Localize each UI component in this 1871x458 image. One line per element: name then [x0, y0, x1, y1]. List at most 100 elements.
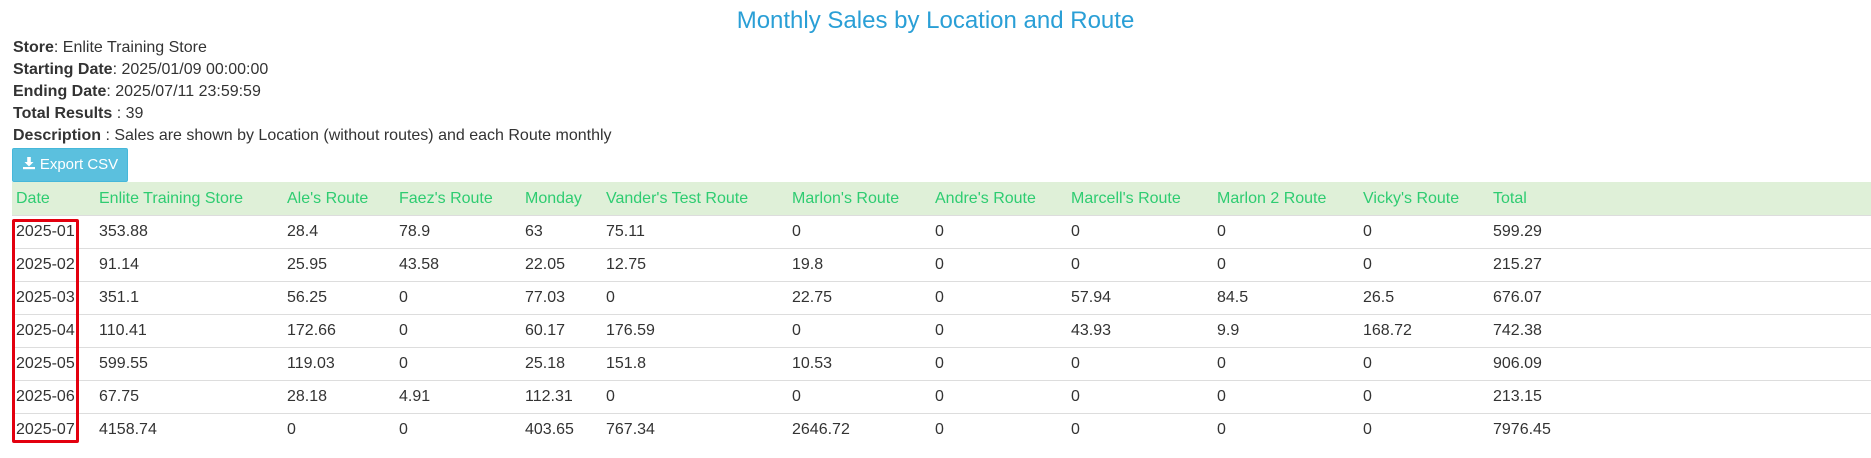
table-cell: 353.88	[95, 215, 283, 249]
table-cell: 77.03	[521, 281, 602, 315]
table-cell: 0	[1359, 248, 1489, 282]
table-cell: 0	[395, 413, 521, 446]
total-results-info: Total Results : 39	[13, 103, 612, 125]
table-cell: 0	[1359, 347, 1489, 381]
table-cell: 25.18	[521, 347, 602, 381]
total-cell: 7976.45	[1489, 413, 1871, 446]
table-cell: 75.11	[602, 215, 788, 249]
table-row: 2025-03 351.1 56.25 0 77.03 0 22.75 0 57…	[12, 281, 1871, 315]
table-cell: 119.03	[283, 347, 395, 381]
table-cell: 0	[788, 215, 931, 249]
table-cell: 351.1	[95, 281, 283, 315]
table-cell: 0	[283, 413, 395, 446]
description-label: Description	[13, 127, 102, 144]
column-header-enlite-training-store[interactable]: Enlite Training Store	[95, 182, 283, 216]
table-cell: 22.05	[521, 248, 602, 282]
column-header-vanders-test-route[interactable]: Vander's Test Route	[602, 182, 788, 216]
table-cell: 403.65	[521, 413, 602, 446]
date-cell: 2025-05	[12, 347, 95, 381]
total-cell: 213.15	[1489, 380, 1871, 414]
starting-date-label: Starting Date	[13, 61, 113, 78]
table-cell: 0	[1067, 248, 1213, 282]
total-cell: 906.09	[1489, 347, 1871, 381]
table-cell: 0	[1067, 215, 1213, 249]
table-cell: 0	[395, 281, 521, 315]
table-cell: 0	[931, 314, 1067, 348]
description-info: Description : Sales are shown by Locatio…	[13, 125, 612, 147]
table-cell: 0	[931, 215, 1067, 249]
column-header-marcells-route[interactable]: Marcell's Route	[1067, 182, 1213, 216]
table-cell: 63	[521, 215, 602, 249]
table-cell: 0	[931, 281, 1067, 315]
table-header-row: Date Enlite Training Store Ale's Route F…	[12, 182, 1871, 216]
total-results-value: : 39	[112, 105, 144, 122]
table-cell: 91.14	[95, 248, 283, 282]
table-row: 2025-02 91.14 25.95 43.58 22.05 12.75 19…	[12, 248, 1871, 282]
table-cell: 112.31	[521, 380, 602, 414]
date-cell: 2025-06	[12, 380, 95, 414]
date-cell: 2025-01	[12, 215, 95, 249]
table-cell: 2646.72	[788, 413, 931, 446]
table-cell: 0	[931, 347, 1067, 381]
table-cell: 0	[1067, 347, 1213, 381]
table-cell: 151.8	[602, 347, 788, 381]
total-results-label: Total Results	[13, 105, 113, 122]
table-cell: 4158.74	[95, 413, 283, 446]
table-cell: 110.41	[95, 314, 283, 348]
table-row: 2025-06 67.75 28.18 4.91 112.31 0 0 0 0 …	[12, 380, 1871, 414]
table-cell: 599.55	[95, 347, 283, 381]
table-cell: 767.34	[602, 413, 788, 446]
table-cell: 56.25	[283, 281, 395, 315]
column-header-marlon-2-route[interactable]: Marlon 2 Route	[1213, 182, 1359, 216]
sales-table: Date Enlite Training Store Ale's Route F…	[12, 182, 1871, 446]
total-cell: 676.07	[1489, 281, 1871, 315]
table-cell: 0	[1359, 380, 1489, 414]
table-cell: 4.91	[395, 380, 521, 414]
table-cell: 0	[1213, 347, 1359, 381]
table-cell: 0	[395, 314, 521, 348]
store-info: Store: Enlite Training Store	[13, 37, 612, 59]
table-cell: 43.93	[1067, 314, 1213, 348]
date-cell: 2025-02	[12, 248, 95, 282]
table-cell: 0	[1067, 413, 1213, 446]
column-header-monday[interactable]: Monday	[521, 182, 602, 216]
table-cell: 0	[1213, 413, 1359, 446]
table-cell: 0	[1213, 248, 1359, 282]
table-cell: 0	[788, 314, 931, 348]
table-cell: 0	[1213, 380, 1359, 414]
description-value: : Sales are shown by Location (without r…	[101, 127, 612, 144]
table-cell: 78.9	[395, 215, 521, 249]
total-cell: 742.38	[1489, 314, 1871, 348]
total-cell: 215.27	[1489, 248, 1871, 282]
export-csv-button[interactable]: Export CSV	[12, 148, 128, 182]
starting-date-info: Starting Date: 2025/01/09 00:00:00	[13, 59, 612, 81]
table-cell: 172.66	[283, 314, 395, 348]
total-cell: 599.29	[1489, 215, 1871, 249]
column-header-total[interactable]: Total	[1489, 182, 1871, 216]
column-header-ales-route[interactable]: Ale's Route	[283, 182, 395, 216]
date-cell: 2025-03	[12, 281, 95, 315]
table-cell: 28.4	[283, 215, 395, 249]
table-cell: 60.17	[521, 314, 602, 348]
ending-date-info: Ending Date: 2025/07/11 23:59:59	[13, 81, 612, 103]
table-row: 2025-04 110.41 172.66 0 60.17 176.59 0 0…	[12, 314, 1871, 348]
table-cell: 0	[931, 248, 1067, 282]
table-cell: 176.59	[602, 314, 788, 348]
table-cell: 0	[602, 380, 788, 414]
column-header-marlons-route[interactable]: Marlon's Route	[788, 182, 931, 216]
column-header-date[interactable]: Date	[12, 182, 95, 216]
column-header-faezs-route[interactable]: Faez's Route	[395, 182, 521, 216]
column-header-vickys-route[interactable]: Vicky's Route	[1359, 182, 1489, 216]
date-cell: 2025-07	[12, 413, 95, 446]
column-header-andres-route[interactable]: Andre's Route	[931, 182, 1067, 216]
date-cell: 2025-04	[12, 314, 95, 348]
table-cell: 0	[1067, 380, 1213, 414]
ending-date-label: Ending Date	[13, 83, 107, 100]
report-info: Store: Enlite Training Store Starting Da…	[13, 37, 612, 147]
download-icon	[22, 157, 35, 170]
table-row: 2025-01 353.88 28.4 78.9 63 75.11 0 0 0 …	[12, 215, 1871, 249]
table-row: 2025-07 4158.74 0 0 403.65 767.34 2646.7…	[12, 413, 1871, 446]
table-cell: 25.95	[283, 248, 395, 282]
ending-date-value: : 2025/07/11 23:59:59	[106, 83, 261, 100]
store-value: : Enlite Training Store	[53, 39, 207, 56]
